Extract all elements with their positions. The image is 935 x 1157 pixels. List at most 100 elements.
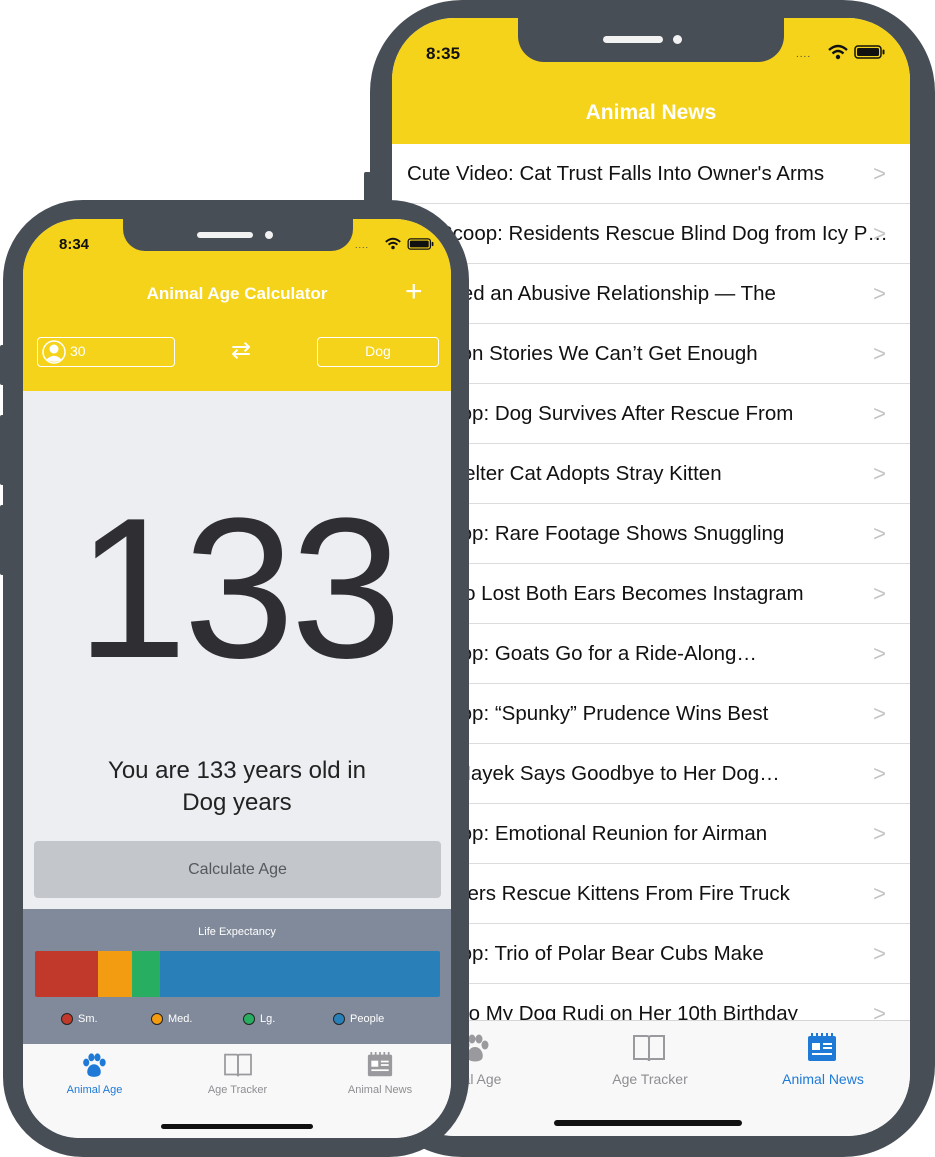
camera [265,231,273,239]
news-tab-bar: al Age Age Tracker Animal News [392,1020,910,1136]
chevron-right-icon: > [873,521,886,546]
news-list-item[interactable]: coop: Emotional Reunion for Airman > [392,804,910,864]
power-button [928,288,935,423]
chevron-right-icon: > [873,221,886,246]
life-expectancy-panel: Life Expectancy Sm. Med. Lg. People [23,909,451,1044]
news-headline: Shelter Cat Adopts Stray Kitten [439,462,722,485]
newspaper-icon [367,1052,393,1077]
tab-age-tracker[interactable]: Age Tracker [564,1021,736,1101]
tab-label: Animal News [347,1084,413,1096]
wifi-icon [385,237,401,250]
chevron-right-icon: > [873,161,886,186]
result-text: You are 133 years old in Dog years [23,755,451,819]
life-expectancy-title: Life Expectancy [198,926,276,938]
legend-item: Lg. [243,1012,275,1026]
add-button[interactable]: + [405,277,423,307]
tab-label: Age Tracker [207,1084,268,1096]
speaker [603,36,663,43]
legend-dot-icon [61,1013,73,1026]
news-list-item[interactable]: coop: “Spunky” Prudence Wins Best > [392,684,910,744]
news-list-item[interactable]: coop: Trio of Polar Bear Cubs Make > [392,924,910,984]
news-list-item[interactable]: Cute Video: Cat Trust Falls Into Owner's… [392,144,910,204]
life-bar-segment [98,951,132,997]
news-list-item[interactable]: coop: Goats Go for a Ride-Along… > [392,624,910,684]
news-headline: ption Stories We Can’t Get Enough [439,342,758,365]
legend-dot-icon [151,1013,163,1026]
volume-down-button [0,505,6,575]
swap-icon[interactable]: ⇄ [231,338,251,364]
page-title: Animal News [585,101,717,124]
result-line-1: You are 133 years old in [108,757,366,784]
human-age-field[interactable]: 30 [37,337,175,367]
news-list-item[interactable]: Shelter Cat Adopts Stray Kitten > [392,444,910,504]
life-bar-segment [160,951,440,997]
calculate-age-button[interactable]: Calculate Age [34,841,441,898]
tab-animal-news[interactable]: Animal News [309,1044,451,1114]
paw-icon [83,1053,106,1077]
battery-icon [407,238,434,250]
chevron-right-icon: > [873,461,886,486]
news-headline: Vho Lost Both Ears Becomes Instagram [439,582,804,605]
news-list-item[interactable]: a Hayek Says Goodbye to Her Dog… > [392,744,910,804]
notch [123,219,353,251]
newspaper-icon [808,1033,836,1061]
notch [518,18,784,62]
chevron-right-icon: > [873,401,886,426]
animal-selector[interactable]: Dog [317,337,439,367]
signal-dots-icon: .... [355,240,370,250]
news-list-item[interactable]: ghters Rescue Kittens From Fire Truck > [392,864,910,924]
legend-label: Med. [168,1013,193,1025]
news-list-item[interactable]: aped an Abusive Relationship — The > [392,264,910,324]
tab-label: Animal News [782,1071,864,1087]
calculator-header: 8:34 .... Animal Age Calculator + 30 ⇄ D… [23,219,451,391]
legend-label: People [350,1013,385,1025]
chevron-right-icon: > [873,641,886,666]
result-age-number: 133 [76,477,402,700]
news-list-item[interactable]: Scoop: Residents Rescue Blind Dog from I… [392,204,910,264]
book-icon [224,1053,252,1077]
tab-label: Animal Age [66,1084,123,1096]
human-age-value: 30 [70,343,86,359]
news-headline: coop: Emotional Reunion for Airman [439,822,768,845]
news-list-item[interactable]: ption Stories We Can’t Get Enough > [392,324,910,384]
legend-item: Med. [151,1012,192,1026]
news-list-item[interactable]: coop: Dog Survives After Rescue From > [392,384,910,444]
news-headline: coop: “Spunky” Prudence Wins Best [439,702,769,725]
news-headline: ghters Rescue Kittens From Fire Truck [439,882,790,905]
tab-animal-age[interactable]: Animal Age [23,1044,166,1114]
news-list-item[interactable]: coop: Rare Footage Shows Snuggling > [392,504,910,564]
news-screen: 8:35 .... Animal News Cute Video: Cat Tr… [392,18,910,1136]
home-indicator[interactable] [161,1124,313,1129]
news-headline: coop: Rare Footage Shows Snuggling [439,522,785,545]
status-time: 8:34 [59,236,90,253]
news-headline: coop: Dog Survives After Rescue From [439,402,794,425]
life-expectancy-bar [35,951,440,997]
news-headline: aped an Abusive Relationship — The [439,282,776,305]
life-bar-segment [132,951,160,997]
chevron-right-icon: > [873,941,886,966]
calculator-screen: 8:34 .... Animal Age Calculator + 30 ⇄ D… [23,219,451,1138]
news-header: 8:35 .... Animal News [392,18,910,144]
book-icon [633,1035,665,1062]
legend-dot-icon [333,1013,345,1026]
tab-label: Age Tracker [612,1071,688,1087]
news-list-item[interactable]: Vho Lost Both Ears Becomes Instagram > [392,564,910,624]
home-indicator[interactable] [554,1120,742,1126]
legend-label: Lg. [260,1013,276,1025]
tab-age-tracker[interactable]: Age Tracker [166,1044,309,1114]
chevron-right-icon: > [873,341,886,366]
person-icon [42,340,66,364]
speaker [197,232,253,238]
tab-animal-news[interactable]: Animal News [736,1021,910,1101]
battery-icon [854,45,885,59]
news-headline: coop: Trio of Polar Bear Cubs Make [439,942,764,965]
status-time: 8:35 [426,44,461,63]
legend-label: Sm. [78,1013,98,1025]
news-headline: coop: Goats Go for a Ride-Along… [439,642,757,665]
mute-switch [0,345,6,385]
chevron-right-icon: > [873,881,886,906]
legend-item: Sm. [61,1012,98,1026]
chevron-right-icon: > [873,821,886,846]
chevron-right-icon: > [873,581,886,606]
result-line-2: Dog years [182,789,292,816]
